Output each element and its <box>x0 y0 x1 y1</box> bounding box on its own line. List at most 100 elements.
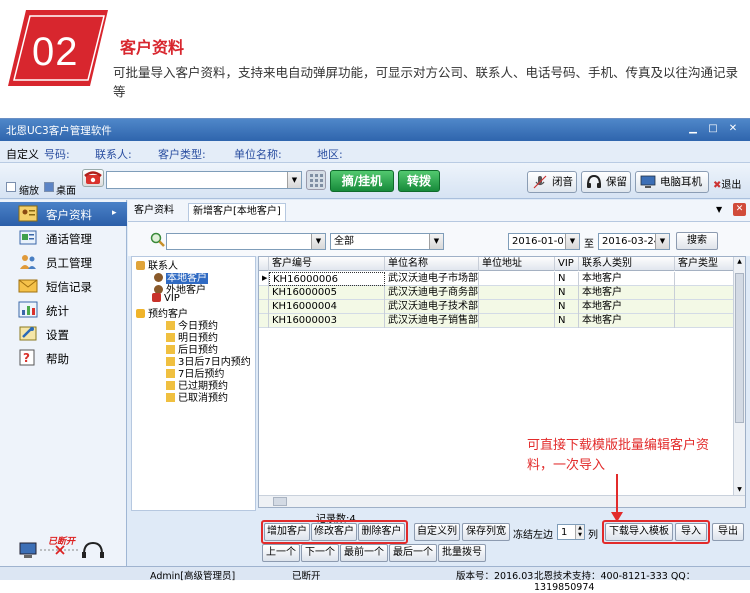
last-button[interactable]: 最后一个 <box>389 544 437 562</box>
telephone-icon[interactable] <box>82 169 104 187</box>
sidebar-item-sms[interactable]: 短信记录 <box>0 274 127 298</box>
table-cell[interactable] <box>675 286 735 300</box>
sidebar-item-calls[interactable]: 通话管理 <box>0 226 127 250</box>
table-cell[interactable]: N <box>555 272 579 286</box>
tree-node[interactable]: VIP <box>152 293 180 304</box>
first-button[interactable]: 最前一个 <box>340 544 388 562</box>
exit-button[interactable]: ✖退出 <box>713 176 747 191</box>
custom-columns-button[interactable]: 自定义列 <box>414 523 460 541</box>
chevron-down-icon[interactable]: ▼ <box>655 234 669 249</box>
row-selector[interactable] <box>259 300 269 314</box>
column-header[interactable]: 客户类型 <box>675 257 735 271</box>
table-cell[interactable]: 本地客户 <box>579 300 675 314</box>
table-cell[interactable]: 武汉沃迪电子市场部 <box>385 272 479 286</box>
table-cell[interactable]: KH16000003 <box>269 314 385 328</box>
table-row[interactable]: ▶ KH16000006 武汉沃迪电子市场部 N 本地客户 <box>259 272 735 286</box>
scroll-up-icon[interactable]: ▲ <box>735 258 744 268</box>
freeze-columns-stepper[interactable]: 1 ▲ ▼ <box>557 524 585 540</box>
freeze-left-label: 冻结左边 <box>513 530 553 541</box>
table-cell[interactable]: 武汉沃迪电子技术部 <box>385 300 479 314</box>
filter-select[interactable]: 全部 ▼ <box>330 233 444 250</box>
close-tab-icon[interactable]: ✕ <box>733 203 746 216</box>
next-button[interactable]: 下一个 <box>301 544 339 562</box>
shrink-checkbox[interactable] <box>6 182 16 192</box>
vertical-scrollbar[interactable]: ▲ ▼ <box>733 257 745 497</box>
company-label: 单位名称: <box>234 148 282 161</box>
transfer-button[interactable]: 转拨 <box>398 170 440 192</box>
chevron-down-icon[interactable]: ▼ <box>429 234 443 249</box>
table-cell[interactable]: 本地客户 <box>579 314 675 328</box>
headphone-icon <box>586 174 602 189</box>
sidebar-item-staff[interactable]: 员工管理 <box>0 250 127 274</box>
table-cell[interactable] <box>675 300 735 314</box>
table-cell[interactable] <box>479 272 555 286</box>
delete-customer-button[interactable]: 删除客户 <box>358 523 405 541</box>
row-selector[interactable] <box>259 314 269 328</box>
row-selector[interactable] <box>259 286 269 300</box>
phone-number-input[interactable]: ▼ <box>106 171 302 189</box>
scroll-thumb[interactable] <box>273 497 287 506</box>
import-button[interactable]: 导入 <box>675 523 707 541</box>
table-cell[interactable] <box>479 286 555 300</box>
minimize-icon[interactable]: ▁ <box>688 124 698 134</box>
horizontal-scrollbar[interactable] <box>259 495 745 507</box>
date-from-input[interactable]: 2016-01-01 ▼ <box>508 233 580 250</box>
table-row[interactable]: KH16000004 武汉沃迪电子技术部 N 本地客户 <box>259 300 735 314</box>
table-cell[interactable]: N <box>555 286 579 300</box>
table-cell[interactable]: 武汉沃迪电子商务部 <box>385 286 479 300</box>
date-to-input[interactable]: 2016-03-24 ▼ <box>598 233 670 250</box>
mute-button[interactable]: 闭音 <box>527 171 577 193</box>
table-cell[interactable] <box>479 314 555 328</box>
tab-dropdown-icon[interactable]: ▼ <box>716 205 722 214</box>
table-cell[interactable]: N <box>555 300 579 314</box>
edit-customer-button[interactable]: 修改客户 <box>311 523 357 541</box>
sidebar-item-help[interactable]: ? 帮助 <box>0 346 127 370</box>
download-template-button[interactable]: 下载导入模板 <box>605 523 673 541</box>
sidebar-item-settings[interactable]: 设置 <box>0 322 127 346</box>
tab-new-customer[interactable]: 新增客户[本地客户] <box>188 203 286 221</box>
table-cell[interactable]: 武汉沃迪电子销售部 <box>385 314 479 328</box>
pickup-hangup-button[interactable]: 摘/挂机 <box>330 170 394 192</box>
table-cell[interactable]: KH16000004 <box>269 300 385 314</box>
pc-headset-button[interactable]: 电脑耳机 <box>635 171 709 193</box>
column-header[interactable]: 单位名称 <box>385 257 479 271</box>
table-cell[interactable] <box>675 272 735 286</box>
desktop-checkbox[interactable] <box>44 182 54 192</box>
table-cell[interactable]: 本地客户 <box>579 272 675 286</box>
table-cell[interactable] <box>675 314 735 328</box>
search-icon[interactable] <box>150 232 166 248</box>
maximize-icon[interactable]: □ <box>708 124 718 134</box>
previous-button[interactable]: 上一个 <box>262 544 300 562</box>
batch-dial-button[interactable]: 批量拨号 <box>438 544 486 562</box>
keypad-icon[interactable] <box>306 170 326 190</box>
column-header[interactable]: VIP <box>555 257 579 271</box>
table-row[interactable]: KH16000003 武汉沃迪电子销售部 N 本地客户 <box>259 314 735 328</box>
table-cell[interactable]: KH16000005 <box>269 286 385 300</box>
table-cell[interactable]: 本地客户 <box>579 286 675 300</box>
custom-label[interactable]: 自定义 <box>6 146 39 162</box>
close-icon[interactable]: ✕ <box>728 124 738 134</box>
tree-node[interactable]: 已取消预约 <box>166 389 228 404</box>
sidebar-item-customers[interactable]: 客户资料 ▸ <box>0 202 127 226</box>
chevron-down-icon[interactable]: ▼ <box>287 172 301 188</box>
table-cell[interactable] <box>479 300 555 314</box>
hold-button[interactable]: 保留 <box>581 171 631 193</box>
chevron-down-icon[interactable]: ▼ <box>565 234 579 249</box>
add-customer-button[interactable]: 增加客户 <box>264 523 310 541</box>
search-button[interactable]: 搜索 <box>676 232 718 250</box>
sidebar-item-statistics[interactable]: 统计 <box>0 298 127 322</box>
keyword-input[interactable]: ▼ <box>166 233 326 250</box>
table-row[interactable]: KH16000005 武汉沃迪电子商务部 N 本地客户 <box>259 286 735 300</box>
save-column-width-button[interactable]: 保存列宽 <box>462 523 510 541</box>
column-header[interactable]: 客户编号 <box>269 257 385 271</box>
column-header[interactable]: 联系人类别 <box>579 257 675 271</box>
stepper-arrows-icon[interactable]: ▲ ▼ <box>575 525 584 539</box>
import-callout: 可直接下载模版批量编辑客户资料，一次导入 <box>527 438 710 473</box>
table-cell[interactable]: KH16000006 <box>269 272 385 286</box>
export-button[interactable]: 导出 <box>712 523 744 541</box>
table-cell[interactable]: N <box>555 314 579 328</box>
scroll-thumb[interactable] <box>735 273 744 423</box>
tab-customer-info[interactable]: 客户资料 <box>130 203 178 221</box>
chevron-down-icon[interactable]: ▼ <box>311 234 325 249</box>
column-header[interactable]: 单位地址 <box>479 257 555 271</box>
